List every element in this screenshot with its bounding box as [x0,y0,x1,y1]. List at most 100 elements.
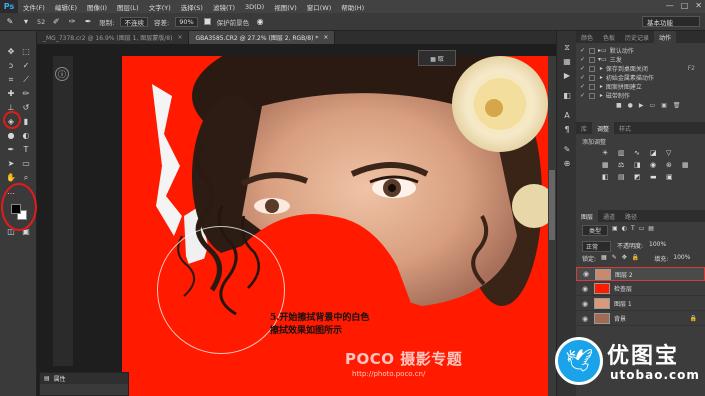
tab-channels[interactable]: 通道 [598,210,620,222]
lock-move-icon[interactable]: ✥ [622,254,627,263]
trash-icon[interactable]: 🗑 [673,102,681,109]
character-icon[interactable]: A [562,111,572,120]
menu-image[interactable]: 图像(I) [82,2,112,12]
filter-pixel-icon[interactable]: ▣ [612,225,618,236]
lookup-icon[interactable]: ▦ [682,161,694,169]
brightness-icon[interactable]: ☀ [602,149,614,157]
tab-swatches[interactable]: 色板 [598,31,620,43]
layer-row[interactable]: ◉ 检查层 [576,282,705,296]
eye-icon[interactable]: ◉ [582,315,590,323]
eyedropper-tool-icon[interactable]: ⟋ [20,74,32,85]
swatches-icon[interactable]: ▦ [562,57,572,66]
protect-foreground-checkbox[interactable] [203,18,211,25]
threshold-icon[interactable]: ◩ [634,173,646,181]
color-balance-icon[interactable]: ⚖ [618,161,630,169]
shape-tool-icon[interactable]: ▭ [20,158,32,169]
menu-select[interactable]: 选择(S) [176,2,208,12]
filter-type-icon[interactable]: T [631,225,635,236]
curves-icon[interactable]: ∿ [634,149,646,157]
tab-libraries[interactable]: 库 [576,122,592,134]
adjust-icon[interactable]: ◧ [562,91,572,100]
levels-icon[interactable]: ▥ [618,149,630,157]
record-icon[interactable]: ● [628,102,633,109]
action-row[interactable]: ✓ ▸ 磁带制作 [576,91,705,100]
exposure-icon[interactable]: ◪ [650,149,662,157]
tab-layers[interactable]: 图层 [576,210,599,222]
tolerance-input[interactable]: 90% [175,16,198,27]
healing-tool-icon[interactable]: ✚ [5,88,17,99]
action-row[interactable]: ✓ ▸ 初始金属素描动作 [576,73,705,82]
menu-3d[interactable]: 3D(D) [240,3,269,11]
workspace-select[interactable]: 基本功能 [642,16,700,27]
filter-adjust-icon[interactable]: ◐ [622,225,627,236]
eye-icon[interactable]: ◉ [583,270,591,278]
menu-file[interactable]: 文件(F) [18,2,50,12]
eye-icon[interactable]: ◉ [582,300,590,308]
tab-adjustments[interactable]: 调整 [592,122,615,134]
menu-type[interactable]: 文字(Y) [144,2,176,12]
hand-tool-icon[interactable]: ✋ [5,172,17,183]
blur-tool-icon[interactable]: ● [5,130,17,141]
tab-document-2[interactable]: GBA3585.CR2 @ 27.2% (图层 2, RGB/8) * × [189,31,336,44]
minimize-button[interactable]: — [666,1,674,10]
eye-icon[interactable]: ◉ [582,285,590,293]
actions-icon[interactable]: ▶ [562,71,572,80]
history-icon[interactable]: ⧖ [562,43,572,52]
hue-icon[interactable]: ▦ [602,161,614,169]
history-brush-icon[interactable]: ↺ [20,102,32,113]
pressure-icon[interactable]: ◉ [255,17,265,27]
filter-kind-select[interactable]: 类型 [582,225,609,236]
filter-smart-icon[interactable]: ▤ [648,225,654,236]
photo-filter-icon[interactable]: ◉ [650,161,662,169]
layer-name[interactable]: 图层 2 [615,270,633,279]
sampling-continuous-icon[interactable]: ✐ [51,17,61,27]
vibrance-icon[interactable]: ▽ [666,149,678,157]
menu-help[interactable]: 帮助(H) [336,2,369,12]
type-tool-icon[interactable]: T [20,144,32,155]
lasso-tool-icon[interactable]: ↄ [5,60,17,71]
brush-size[interactable]: 52 [37,18,45,26]
move-tool-icon[interactable]: ✥ [5,46,17,57]
brush-preset-icon[interactable]: ✎ [562,145,572,154]
document-canvas[interactable] [122,56,548,396]
selective-color-icon[interactable]: ▣ [666,173,678,181]
lock-all-icon[interactable]: 🔒 [632,254,639,263]
tab-styles[interactable]: 样式 [614,122,636,134]
action-row[interactable]: ✓ ▸ 图案拼图建立 [576,82,705,91]
crop-tool-icon[interactable]: ⌗ [5,74,17,85]
tab-actions[interactable]: 动作 [654,31,677,43]
layer-name[interactable]: 检查层 [614,284,632,293]
menu-filter[interactable]: 滤镜(T) [208,2,240,12]
stop-icon[interactable]: ■ [616,102,622,109]
brush-tool-icon[interactable]: ✏ [20,88,32,99]
tab-color[interactable]: 颜色 [576,31,598,43]
clone-source-icon[interactable]: ⊕ [562,159,572,168]
action-row[interactable]: ✓ ▸▭ 默认动作 [576,46,705,55]
layer-name[interactable]: 图层 1 [614,299,632,308]
properties-header[interactable]: ▤ 属性 [40,373,128,384]
background-eraser-icon[interactable]: ✎ [5,17,15,27]
close-button[interactable]: ✕ [695,1,702,10]
play-icon[interactable]: ▶ [639,102,644,109]
menu-edit[interactable]: 编辑(E) [50,2,82,12]
close-icon[interactable]: × [323,34,328,41]
blend-mode-select[interactable]: 正常 [582,241,612,252]
maximize-button[interactable]: □ [681,1,689,10]
pen-tool-icon[interactable]: ✒ [5,144,17,155]
invert-icon[interactable]: ◧ [602,173,614,181]
new-action-icon[interactable]: ▣ [661,102,667,109]
info-icon[interactable]: ⓘ [55,67,69,81]
fill-input[interactable]: 100% [673,254,690,263]
limit-select[interactable]: 不连续 [120,16,148,27]
menu-window[interactable]: 窗口(W) [302,2,337,12]
layer-name[interactable]: 背景 [614,314,626,323]
opacity-input[interactable]: 100% [649,241,666,252]
quick-select-tool-icon[interactable]: ✓ [20,60,32,71]
scrollbar-thumb[interactable] [549,170,555,240]
sampling-once-icon[interactable]: ✑ [67,17,77,27]
channel-mixer-icon[interactable]: ⊛ [666,161,678,169]
lock-pixels-icon[interactable]: ▦ [601,254,607,263]
chevron-down-icon[interactable]: ▾ [21,17,31,27]
gradient-map-icon[interactable]: ▬ [650,173,662,181]
bw-icon[interactable]: ◨ [634,161,646,169]
